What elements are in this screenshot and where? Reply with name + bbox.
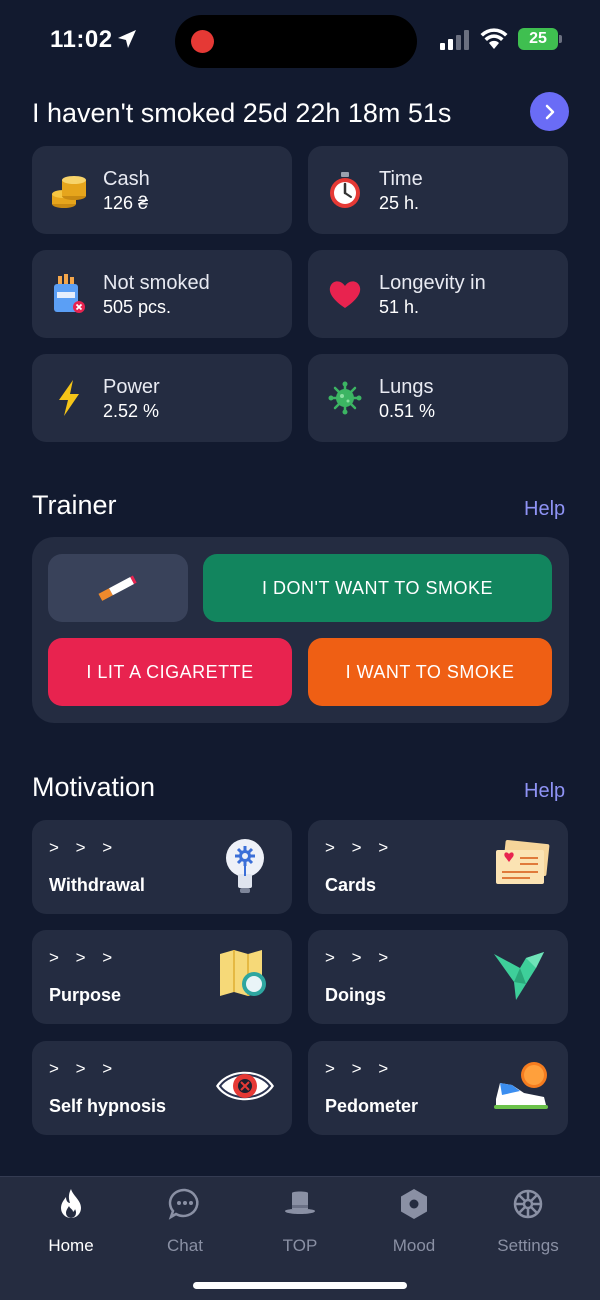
- virus-icon: [328, 381, 362, 415]
- dont-want-to-smoke-button[interactable]: I DON'T WANT TO SMOKE: [203, 554, 552, 622]
- trainer-title: Trainer: [32, 490, 117, 520]
- stat-value: 51 h.: [379, 297, 420, 317]
- lightning-icon: [59, 380, 79, 416]
- motivation-card-self-hypnosis[interactable]: > > > Self hypnosis: [32, 1041, 292, 1135]
- stat-card-cash[interactable]: Cash 126 ₴: [32, 146, 292, 234]
- arrows-indicator: > > >: [325, 1059, 395, 1078]
- motivation-title: Motivation: [32, 772, 156, 802]
- motivation-card-withdrawal[interactable]: > > > Withdrawal: [32, 820, 292, 914]
- lightbulb-icon: [226, 839, 264, 893]
- arrows-indicator: > > >: [325, 948, 395, 967]
- arrows-indicator: > > >: [49, 1059, 119, 1078]
- heart-icon: [329, 281, 361, 308]
- postcards-icon: [496, 839, 550, 884]
- motivation-card-cards[interactable]: > > > Cards: [308, 820, 568, 914]
- stat-card-time[interactable]: Time 25 h.: [308, 146, 568, 234]
- battery-level: 25: [518, 28, 558, 50]
- motivation-label: Purpose: [49, 985, 122, 1005]
- wifi-icon: [480, 28, 508, 49]
- stat-value: 2.52 %: [103, 401, 160, 421]
- recording-dot-icon: [191, 30, 214, 53]
- origami-bird-icon: [494, 952, 544, 1000]
- lit-a-cigarette-button[interactable]: I LIT A CIGARETTE: [48, 638, 292, 706]
- motivation-card-doings[interactable]: > > > Doings: [308, 930, 568, 1024]
- home-indicator: [193, 1282, 407, 1289]
- tab-label: Chat: [167, 1236, 203, 1255]
- tab-label: Home: [48, 1236, 94, 1255]
- motivation-card-pedometer[interactable]: > > > Pedometer: [308, 1041, 568, 1135]
- tab-top[interactable]: TOP: [245, 1187, 355, 1267]
- arrows-indicator: > > >: [49, 838, 119, 857]
- cellular-signal-icon: [440, 30, 469, 50]
- stat-label: Cash: [103, 168, 150, 190]
- want-to-smoke-button[interactable]: I WANT TO SMOKE: [308, 638, 552, 706]
- top-hat-icon: [285, 1191, 315, 1214]
- sneaker-icon: [494, 1062, 548, 1109]
- tab-settings[interactable]: Settings: [473, 1187, 583, 1267]
- tab-mood[interactable]: Mood: [359, 1187, 469, 1267]
- motivation-label: Self hypnosis: [49, 1096, 167, 1116]
- location-arrow-icon: [118, 30, 136, 48]
- tab-chat[interactable]: Chat: [130, 1187, 240, 1267]
- arrows-indicator: > > >: [49, 948, 119, 967]
- stat-label: Longevity in: [379, 272, 486, 294]
- chevron-right-icon: [545, 104, 554, 119]
- stat-card-power[interactable]: Power 2.52 %: [32, 354, 292, 442]
- gear-icon: [513, 1189, 543, 1219]
- stat-value: 126 ₴: [103, 193, 149, 213]
- motivation-label: Cards: [325, 875, 377, 895]
- motivation-label: Withdrawal: [49, 875, 145, 895]
- coins-icon: [52, 176, 86, 208]
- stat-card-not-smoked[interactable]: Not smoked 505 pcs.: [32, 250, 292, 338]
- motivation-card-purpose[interactable]: > > > Purpose: [32, 930, 292, 1024]
- hypnosis-eye-icon: [216, 1071, 274, 1101]
- details-button[interactable]: [530, 92, 569, 131]
- tab-home[interactable]: Home: [16, 1187, 126, 1267]
- battery-indicator: 25: [518, 28, 562, 50]
- stat-value: 0.51 %: [379, 401, 436, 421]
- stat-label: Time: [379, 168, 423, 190]
- flame-icon: [61, 1189, 81, 1218]
- stopwatch-icon: [330, 172, 360, 208]
- arrows-indicator: > > >: [325, 838, 395, 857]
- stat-card-longevity[interactable]: Longevity in 51 h.: [308, 250, 568, 338]
- chat-bubble-icon: [168, 1188, 199, 1220]
- dynamic-island: [175, 15, 417, 68]
- map-icon: [220, 950, 266, 996]
- stat-label: Power: [103, 376, 160, 398]
- motivation-label: Doings: [325, 985, 386, 1005]
- motivation-help-link[interactable]: Help: [524, 780, 565, 803]
- stat-value: 25 h.: [379, 193, 420, 213]
- cigarette-icon: [98, 575, 137, 601]
- tab-label: TOP: [282, 1236, 318, 1255]
- battery-cap: [559, 35, 562, 43]
- stat-card-lungs[interactable]: Lungs 0.51 %: [308, 354, 568, 442]
- trainer-help-link[interactable]: Help: [524, 498, 565, 521]
- tab-label: Settings: [497, 1236, 559, 1255]
- status-bar: 11:02 25: [0, 0, 600, 80]
- stat-label: Not smoked: [103, 272, 210, 294]
- cigarette-pack-icon: [54, 274, 85, 313]
- motivation-label: Pedometer: [325, 1096, 419, 1116]
- tab-label: Mood: [392, 1236, 436, 1255]
- stat-label: Lungs: [379, 376, 434, 398]
- status-time: 11:02: [50, 26, 113, 53]
- stat-value: 505 pcs.: [103, 297, 172, 317]
- cigarette-button[interactable]: [48, 554, 188, 622]
- smoke-free-timer: I haven't smoked 25d 22h 18m 51s: [32, 98, 452, 128]
- hexagon-icon: [401, 1189, 427, 1219]
